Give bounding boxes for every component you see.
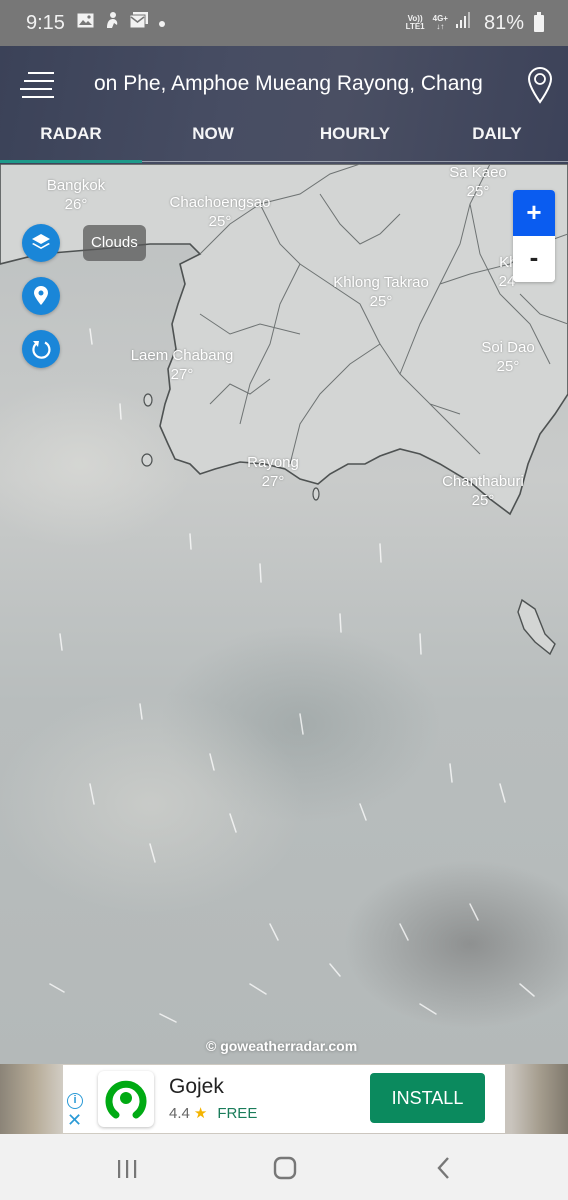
hamburger-line xyxy=(20,88,52,90)
map-land-layer xyxy=(0,164,568,1023)
city-name: Khlong Takrao xyxy=(333,274,429,291)
home-button[interactable] xyxy=(270,1154,300,1182)
screen: 9:15 Vo)) LTE1 4G+ ↓↑ 81% on Phe, Amphoe… xyxy=(0,0,568,1200)
land-islet xyxy=(141,453,153,467)
ad-info-icon[interactable]: i xyxy=(67,1093,83,1109)
land-islet xyxy=(312,487,320,501)
layers-button[interactable] xyxy=(22,224,60,262)
hamburger-line xyxy=(24,80,54,82)
ad-rating: 4.4 xyxy=(169,1105,190,1122)
active-tab-indicator xyxy=(0,160,142,163)
city-label: Khlong Takrao 25° xyxy=(333,273,429,311)
back-button[interactable] xyxy=(430,1154,460,1182)
city-temp: 25° xyxy=(466,183,490,200)
zoom-in-button[interactable]: + xyxy=(513,190,555,236)
star-icon: ★ xyxy=(193,1105,208,1122)
city-label: Rayong 27° xyxy=(247,453,299,491)
city-temp: 27° xyxy=(170,366,194,383)
location-marker-icon xyxy=(34,286,48,305)
status-right: Vo)) LTE1 4G+ ↓↑ 81% xyxy=(406,11,544,35)
refresh-button[interactable] xyxy=(22,330,60,368)
ad-app-name: Gojek xyxy=(169,1075,224,1098)
land-islet xyxy=(143,393,153,407)
tab-radar[interactable]: RADAR xyxy=(0,116,142,162)
city-label: Bangkok 26° xyxy=(47,176,105,214)
install-button[interactable]: INSTALL xyxy=(370,1073,485,1123)
tab-hourly[interactable]: HOURLY xyxy=(284,116,426,162)
recent-apps-button[interactable] xyxy=(112,1154,142,1182)
lte-label: LTE1 xyxy=(405,22,425,31)
ad-close-icon[interactable]: ✕ xyxy=(67,1111,82,1129)
recent-apps-icon xyxy=(118,1160,137,1178)
city-name: Rayong xyxy=(247,454,299,471)
city-temp: 25° xyxy=(496,358,520,375)
battery-icon xyxy=(534,11,544,32)
city-label: Soi Dao 25° xyxy=(481,338,534,376)
land-island xyxy=(517,598,556,656)
ad-meta: 4.4 ★ FREE xyxy=(169,1104,257,1122)
city-name: Sa Kaeo xyxy=(449,164,507,181)
dot-icon xyxy=(158,12,166,34)
hamburger-icon xyxy=(28,72,54,74)
volte-indicator: Vo)) LTE1 xyxy=(406,15,425,31)
layers-icon xyxy=(32,234,50,249)
map-pin-icon xyxy=(527,67,553,104)
ad-banner-area: i ✕ Gojek 4.4 ★ FREE INSTALL xyxy=(0,1064,568,1134)
city-label: Laem Chabang 27° xyxy=(131,346,234,384)
tab-daily[interactable]: DAILY xyxy=(426,116,568,162)
city-temp: 25° xyxy=(369,293,393,310)
zoom-out-button[interactable]: - xyxy=(513,236,555,282)
ad-price: FREE xyxy=(217,1105,258,1122)
zoom-control: + - xyxy=(513,190,555,282)
city-temp: 27° xyxy=(261,473,285,490)
city-name: Laem Chabang xyxy=(130,347,234,364)
city-temp: 26° xyxy=(64,196,88,213)
city-label: Chanthaburi 25° xyxy=(442,472,524,510)
home-icon xyxy=(273,1156,297,1180)
image-icon xyxy=(77,12,94,34)
city-name: Bangkok xyxy=(46,177,106,194)
notification-app-icon xyxy=(104,11,120,35)
radar-map[interactable]: Bangkok 26° Chachoengsao 25° Sa Kaeo 25°… xyxy=(0,164,568,1064)
tab-now[interactable]: NOW xyxy=(142,116,284,162)
city-name: Soi Dao xyxy=(481,339,535,356)
mail-icon xyxy=(129,12,148,34)
data-indicator: 4G+ ↓↑ xyxy=(433,15,448,31)
status-time: 9:15 xyxy=(26,11,65,34)
tab-bar: RADAR NOW HOURLY DAILY xyxy=(0,116,568,162)
refresh-icon xyxy=(32,341,51,359)
location-button[interactable] xyxy=(526,66,554,104)
battery-percent: 81% xyxy=(483,11,524,34)
my-location-button[interactable] xyxy=(22,277,60,315)
status-bar: 9:15 Vo)) LTE1 4G+ ↓↑ 81% xyxy=(0,0,568,46)
city-label: Sa Kaeo 25° xyxy=(449,164,507,201)
ad-banner[interactable]: i ✕ Gojek 4.4 ★ FREE INSTALL xyxy=(63,1065,505,1133)
menu-button[interactable] xyxy=(20,72,56,98)
location-title[interactable]: on Phe, Amphoe Mueang Rayong, Chang xyxy=(94,72,494,96)
layer-label: Clouds xyxy=(83,225,146,261)
hamburger-line xyxy=(22,96,54,98)
signal-icon xyxy=(455,12,470,34)
city-name: Chachoengsao xyxy=(169,194,271,211)
city-temp: 25° xyxy=(208,213,232,230)
city-label: Chachoengsao 25° xyxy=(170,193,271,231)
system-nav-bar xyxy=(0,1134,568,1200)
app-header: on Phe, Amphoe Mueang Rayong, Chang RADA… xyxy=(0,46,568,164)
city-name: Chanthaburi xyxy=(442,473,524,490)
gojek-logo xyxy=(98,1071,154,1127)
data-arrows-icon: ↓↑ xyxy=(436,22,445,31)
map-copyright[interactable]: © goweatherradar.com xyxy=(206,1038,357,1054)
city-temp: 25° xyxy=(471,492,495,509)
back-icon xyxy=(437,1157,449,1179)
